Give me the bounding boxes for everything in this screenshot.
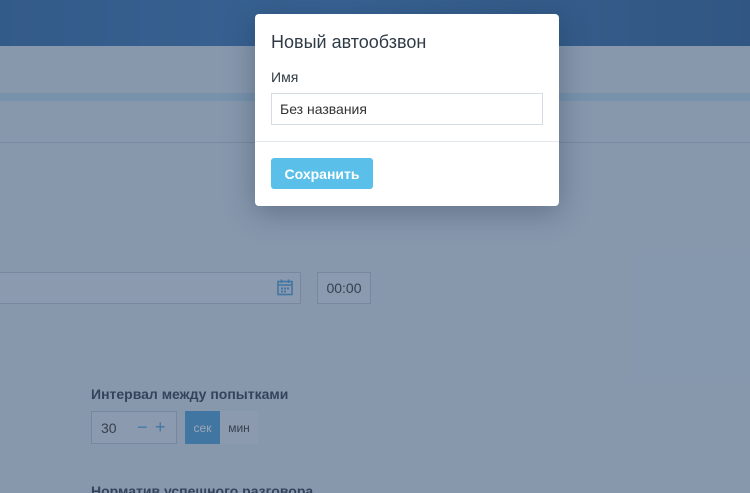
new-autodial-dialog: Новый автообзвон Имя Сохранить (255, 14, 559, 206)
name-label: Имя (271, 69, 299, 85)
name-input[interactable] (271, 93, 543, 125)
save-button[interactable]: Сохранить (271, 158, 373, 189)
dialog-title: Новый автообзвон (271, 32, 427, 52)
dialog-divider (255, 141, 559, 142)
